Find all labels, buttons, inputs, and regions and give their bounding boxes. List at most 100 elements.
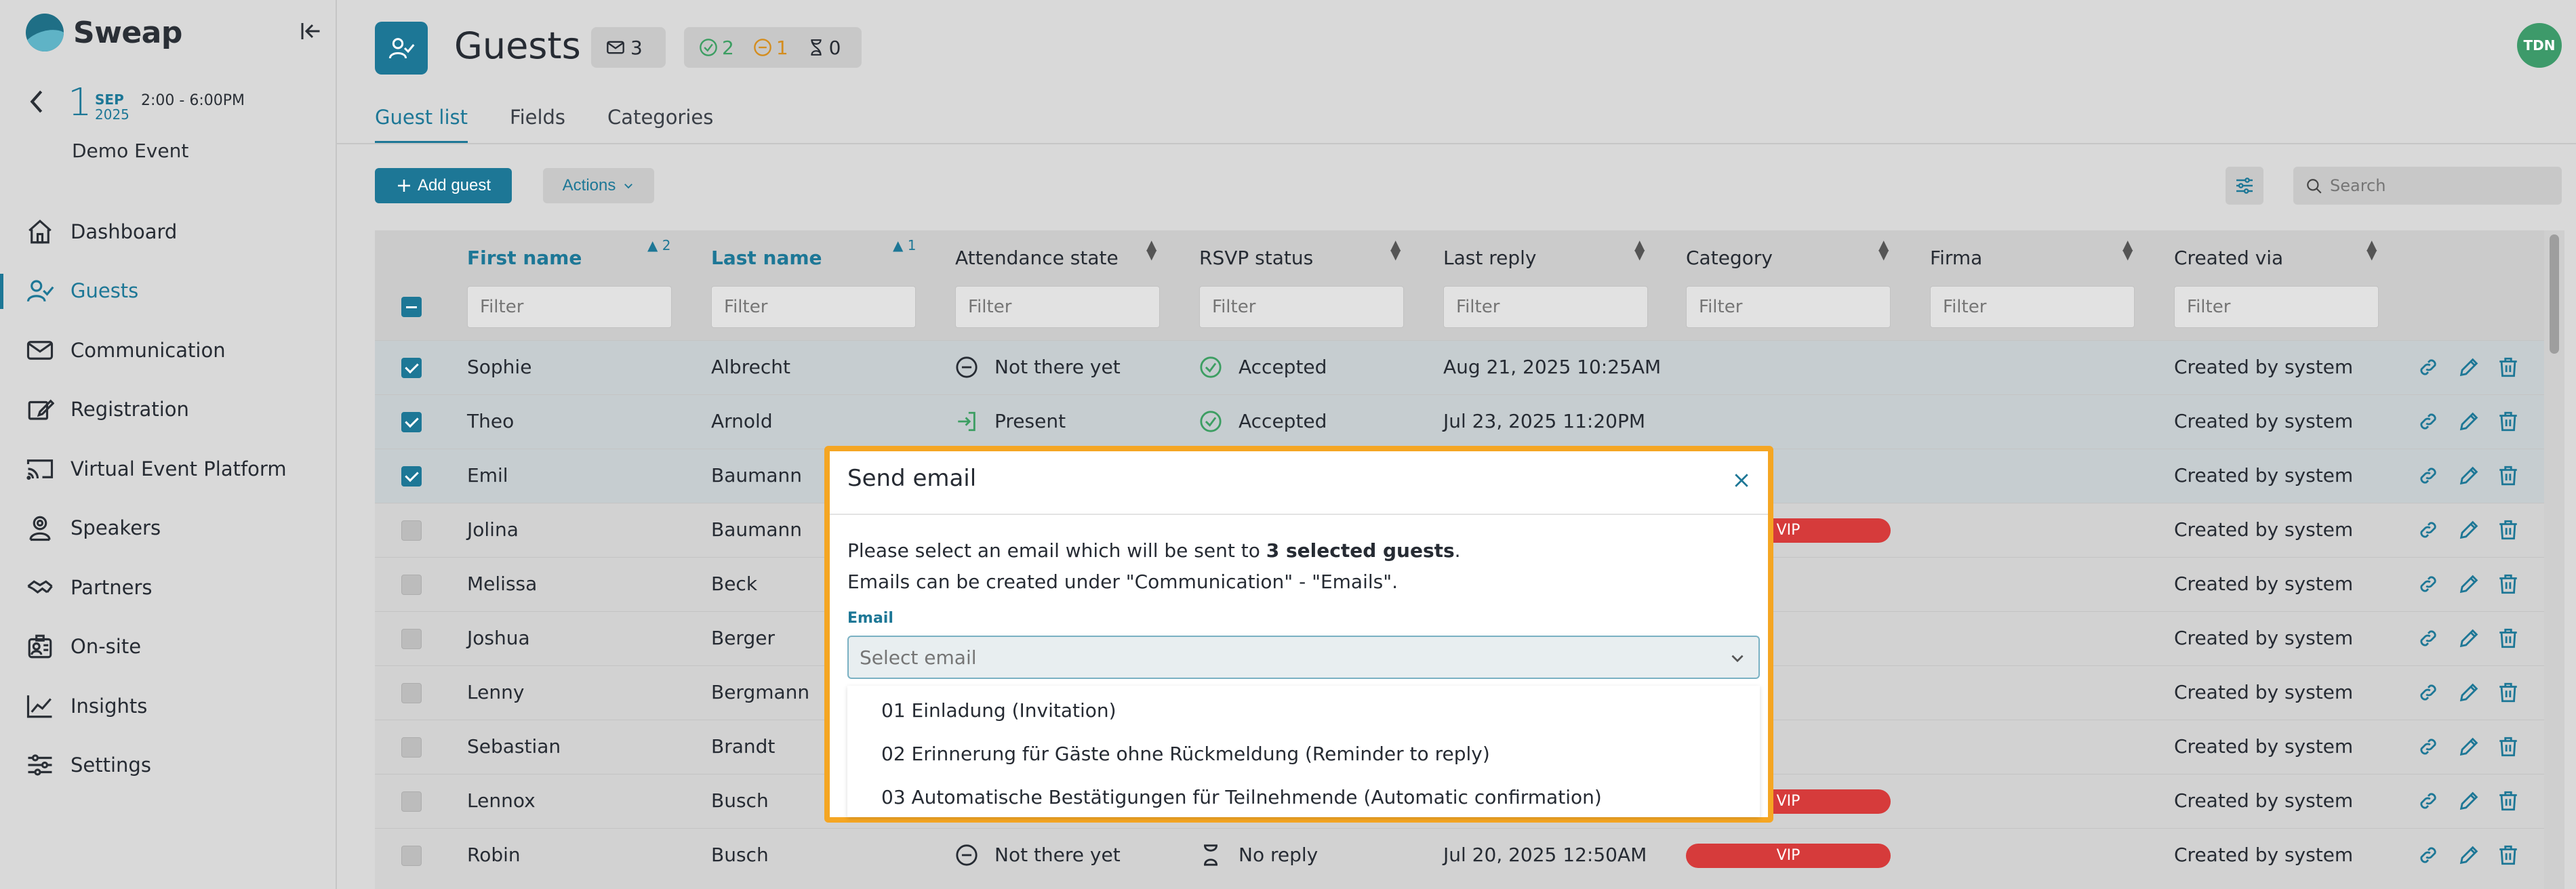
row-checkbox[interactable]: [401, 358, 422, 378]
edit-icon[interactable]: [2457, 464, 2480, 487]
close-icon[interactable]: [1731, 470, 1752, 491]
mail-icon: [26, 340, 54, 360]
link-icon[interactable]: [2417, 735, 2440, 758]
column-firma[interactable]: Firma: [1930, 247, 1982, 269]
trash-icon[interactable]: [2497, 573, 2520, 596]
filter-created-via[interactable]: [2174, 286, 2379, 328]
trash-icon[interactable]: [2497, 356, 2520, 379]
sliders-icon: [2236, 178, 2253, 194]
sidebar-item-guests[interactable]: Guests: [0, 262, 336, 321]
column-rsvp-status[interactable]: RSVP status: [1199, 247, 1313, 269]
collapse-sidebar-icon[interactable]: [298, 19, 323, 43]
actions-dropdown-button[interactable]: Actions: [543, 168, 654, 203]
filter-last-name[interactable]: [711, 286, 916, 328]
sidebar-item-settings[interactable]: Settings: [0, 736, 336, 795]
link-icon[interactable]: [2417, 789, 2440, 812]
scrollbar-thumb[interactable]: [2550, 234, 2559, 354]
trash-icon[interactable]: [2497, 518, 2520, 541]
email-option[interactable]: 02 Erinnerung für Gäste ohne Rückmeldung…: [881, 743, 1490, 765]
link-icon[interactable]: [2417, 410, 2440, 433]
edit-icon[interactable]: [2457, 789, 2480, 812]
edit-icon[interactable]: [2457, 681, 2480, 704]
sort-last-name[interactable]: ▲ 1: [893, 237, 916, 253]
search-input[interactable]: [2330, 176, 2547, 195]
trash-icon[interactable]: [2497, 735, 2520, 758]
sidebar-item-partners[interactable]: Partners: [0, 558, 336, 617]
link-icon[interactable]: [2417, 844, 2440, 867]
table-row[interactable]: Theo Arnold Present Accepted Jul 23, 202…: [375, 394, 2544, 449]
email-select-input[interactable]: [847, 636, 1760, 679]
email-option[interactable]: 03 Automatische Bestätigungen für Teilne…: [881, 786, 1602, 808]
edit-icon[interactable]: [2457, 518, 2480, 541]
edit-icon[interactable]: [2457, 573, 2480, 596]
link-icon[interactable]: [2417, 464, 2440, 487]
row-checkbox[interactable]: [401, 683, 422, 703]
table-row[interactable]: Robin Busch Not there yet No reply Jul 2…: [375, 828, 2544, 882]
filter-firma[interactable]: [1930, 286, 2135, 328]
sort-last-reply-icon[interactable]: ▲ ▼: [1634, 238, 1645, 261]
row-checkbox[interactable]: [401, 412, 422, 432]
trash-icon[interactable]: [2497, 410, 2520, 433]
first-name-cell: Melissa: [467, 573, 538, 595]
row-checkbox[interactable]: [401, 575, 422, 595]
column-last-reply[interactable]: Last reply: [1443, 247, 1536, 269]
trash-icon[interactable]: [2497, 844, 2520, 867]
trash-icon[interactable]: [2497, 789, 2520, 812]
row-checkbox[interactable]: [401, 737, 422, 758]
email-option[interactable]: 01 Einladung (Invitation): [881, 699, 1116, 722]
filter-first-name[interactable]: [467, 286, 672, 328]
filter-rsvp-status[interactable]: [1199, 286, 1404, 328]
row-checkbox[interactable]: [401, 791, 422, 812]
select-all-checkbox[interactable]: [401, 297, 422, 317]
link-icon[interactable]: [2417, 518, 2440, 541]
tab-guest-list[interactable]: Guest list: [375, 106, 468, 144]
table-row[interactable]: Sophie Albrecht Not there yet Accepted A…: [375, 340, 2544, 394]
sort-created-via-icon[interactable]: ▲ ▼: [2367, 238, 2377, 261]
trash-icon[interactable]: [2497, 464, 2520, 487]
trash-icon[interactable]: [2497, 627, 2520, 650]
column-category[interactable]: Category: [1686, 247, 1773, 269]
chevron-down-icon[interactable]: [1729, 649, 1746, 667]
sort-rsvp-icon[interactable]: ▲ ▼: [1390, 238, 1401, 261]
sort-first-name[interactable]: ▲ 2: [647, 237, 670, 253]
link-icon[interactable]: [2417, 356, 2440, 379]
row-checkbox[interactable]: [401, 629, 422, 649]
sort-firma-icon[interactable]: ▲ ▼: [2122, 238, 2133, 261]
sidebar-item-virtual-event-platform[interactable]: Virtual Event Platform: [0, 439, 336, 499]
back-arrow-icon[interactable]: [26, 88, 47, 115]
column-last-name[interactable]: Last name: [711, 247, 822, 269]
tab-categories[interactable]: Categories: [607, 106, 713, 144]
row-checkbox[interactable]: [401, 466, 422, 487]
column-settings-button[interactable]: [2226, 167, 2263, 205]
sidebar-item-registration[interactable]: Registration: [0, 380, 336, 440]
link-icon[interactable]: [2417, 573, 2440, 596]
sidebar-item-dashboard[interactable]: Dashboard: [0, 202, 336, 262]
edit-icon[interactable]: [2457, 356, 2480, 379]
sort-attendance-icon[interactable]: ▲ ▼: [1146, 238, 1156, 261]
column-attendance-state[interactable]: Attendance state: [955, 247, 1119, 269]
table-scrollbar[interactable]: [2544, 230, 2564, 889]
sort-category-icon[interactable]: ▲ ▼: [1878, 238, 1889, 261]
link-icon[interactable]: [2417, 681, 2440, 704]
sidebar-item-speakers[interactable]: Speakers: [0, 499, 336, 558]
edit-icon[interactable]: [2457, 844, 2480, 867]
link-icon[interactable]: [2417, 627, 2440, 650]
logo[interactable]: Sweap: [26, 14, 182, 51]
row-checkbox[interactable]: [401, 846, 422, 866]
row-checkbox[interactable]: [401, 520, 422, 541]
add-guest-button[interactable]: Add guest: [375, 168, 512, 203]
edit-icon[interactable]: [2457, 410, 2480, 433]
sidebar-item-communication[interactable]: Communication: [0, 321, 336, 380]
filter-attendance-state[interactable]: [955, 286, 1160, 328]
tab-fields[interactable]: Fields: [510, 106, 565, 144]
column-first-name[interactable]: First name: [467, 247, 582, 269]
column-created-via[interactable]: Created via: [2174, 247, 2283, 269]
trash-icon[interactable]: [2497, 681, 2520, 704]
avatar[interactable]: TDN: [2517, 23, 2562, 68]
filter-last-reply[interactable]: [1443, 286, 1648, 328]
filter-category[interactable]: [1686, 286, 1891, 328]
sidebar-item-insights[interactable]: Insights: [0, 676, 336, 736]
sidebar-item-on-site[interactable]: On-site: [0, 617, 336, 677]
edit-icon[interactable]: [2457, 735, 2480, 758]
edit-icon[interactable]: [2457, 627, 2480, 650]
